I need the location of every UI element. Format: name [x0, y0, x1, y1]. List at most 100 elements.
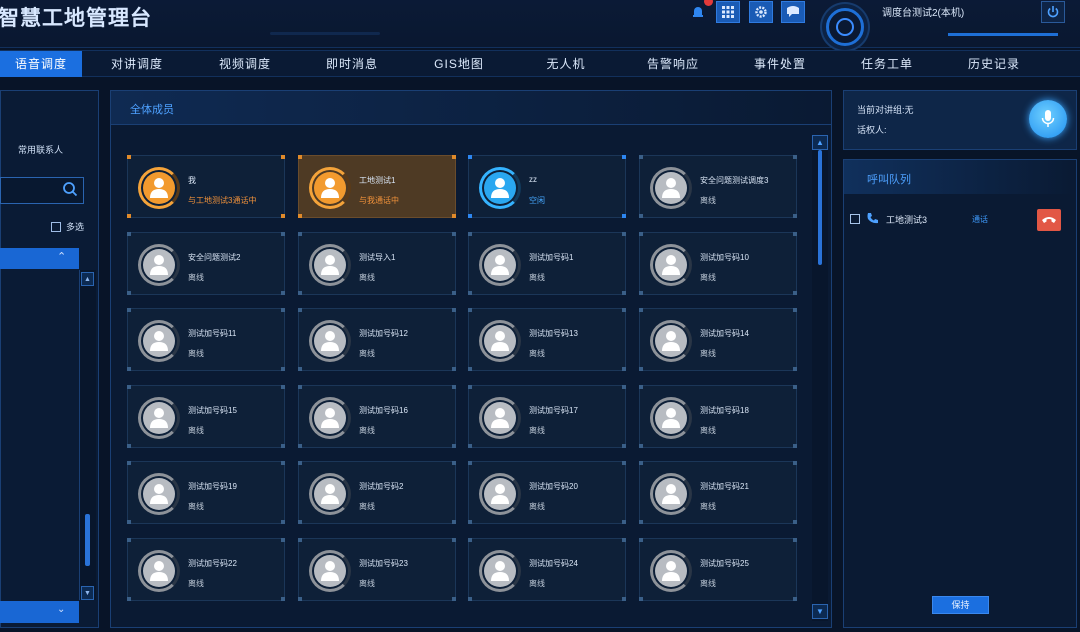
- tab-intercom-dispatch[interactable]: 对讲调度: [82, 51, 192, 77]
- tab-drone[interactable]: 无人机: [512, 51, 620, 77]
- member-name: 测试导入1: [359, 253, 396, 262]
- user-icon: [662, 255, 680, 275]
- avatar: [138, 397, 180, 439]
- tab-voice-dispatch[interactable]: 语音调度: [0, 51, 82, 77]
- user-icon: [491, 178, 509, 198]
- contacts-label: 常用联系人: [18, 145, 64, 155]
- member-name: 测试加号码15: [188, 406, 237, 415]
- scroll-up-icon[interactable]: ▲: [81, 272, 94, 286]
- user-icon: [150, 408, 168, 428]
- tab-alarm-response[interactable]: 告警响应: [620, 51, 726, 77]
- avatar: [138, 167, 180, 209]
- logout-button[interactable]: [1041, 1, 1065, 23]
- member-name: 测试加号码23: [359, 559, 408, 568]
- push-to-talk-button[interactable]: [1029, 100, 1067, 138]
- avatar: [138, 473, 180, 515]
- member-card[interactable]: 测试导入1 离线: [298, 232, 456, 295]
- hangup-button[interactable]: [1037, 209, 1061, 231]
- user-icon: [491, 484, 509, 504]
- message-button[interactable]: [781, 1, 805, 23]
- member-card[interactable]: 测试加号码17 离线: [468, 385, 626, 448]
- members-scroll-thumb[interactable]: [818, 150, 822, 265]
- member-card[interactable]: 测试加号码23 离线: [298, 538, 456, 601]
- member-card[interactable]: 测试加号码1 离线: [468, 232, 626, 295]
- member-card[interactable]: zz 空闲: [468, 155, 626, 218]
- tab-incident-handling[interactable]: 事件处置: [726, 51, 834, 77]
- member-card[interactable]: 我与工地测试3通话中: [127, 155, 285, 218]
- member-name: 安全问题测试2: [188, 253, 241, 262]
- queue-item-checkbox[interactable]: [850, 214, 860, 224]
- avatar: [650, 244, 692, 286]
- settings-button[interactable]: [749, 1, 773, 23]
- member-name: 测试加号码20: [529, 482, 578, 491]
- avatar: [650, 167, 692, 209]
- tab-instant-message[interactable]: 即时消息: [298, 51, 406, 77]
- user-icon: [150, 255, 168, 275]
- member-card[interactable]: 测试加号码16 离线: [298, 385, 456, 448]
- member-name: 测试加号码10: [700, 253, 749, 262]
- chevron-down-icon[interactable]: ⌄: [57, 604, 65, 615]
- member-name: 测试加号码1: [529, 253, 574, 262]
- avatar: [650, 397, 692, 439]
- user-icon: [321, 408, 339, 428]
- member-status: 离线: [700, 579, 716, 588]
- member-name: 工地测试1: [359, 176, 396, 185]
- member-card[interactable]: 工地测试1 与我通话中: [298, 155, 456, 218]
- multi-select-label: 多选: [66, 222, 85, 232]
- scroll-up-icon[interactable]: ▲: [812, 135, 828, 150]
- tab-work-orders[interactable]: 任务工单: [834, 51, 940, 77]
- member-card[interactable]: 测试加号码24 离线: [468, 538, 626, 601]
- hold-button[interactable]: 保持: [932, 596, 989, 614]
- member-card[interactable]: 测试加号码12 离线: [298, 308, 456, 371]
- member-card[interactable]: 测试加号码20 离线: [468, 461, 626, 524]
- current-user-label: 调度台测试2(本机): [882, 8, 965, 19]
- member-card[interactable]: 测试加号码18 离线: [639, 385, 797, 448]
- user-icon: [150, 331, 168, 351]
- member-name: 安全问题测试调度3: [700, 176, 769, 185]
- title-decoration: [270, 32, 380, 35]
- member-card[interactable]: 安全问题测试2 离线: [127, 232, 285, 295]
- member-card[interactable]: 测试加号码11 离线: [127, 308, 285, 371]
- contacts-scroll-thumb[interactable]: [85, 514, 90, 566]
- member-name: 测试加号码21: [700, 482, 749, 491]
- multi-select-checkbox[interactable]: [51, 222, 61, 232]
- member-card[interactable]: 测试加号码22 离线: [127, 538, 285, 601]
- scroll-down-icon[interactable]: ▼: [81, 586, 94, 600]
- main-nav: 语音调度 对讲调度 视频调度 即时消息 GIS地图 无人机 告警响应 事件处置 …: [0, 50, 1080, 77]
- member-card[interactable]: 测试加号码21 离线: [639, 461, 797, 524]
- chevron-up-icon[interactable]: ⌃: [57, 250, 66, 263]
- alarm-button[interactable]: [686, 0, 713, 23]
- member-card[interactable]: 测试加号码19 离线: [127, 461, 285, 524]
- user-icon: [321, 178, 339, 198]
- scroll-down-icon[interactable]: ▼: [812, 604, 828, 619]
- user-icon: [150, 178, 168, 198]
- user-icon: [662, 561, 680, 581]
- member-status: 离线: [700, 502, 716, 511]
- member-status: 离线: [359, 273, 375, 282]
- member-name: 测试加号码17: [529, 406, 578, 415]
- member-card[interactable]: 测试加号码25 离线: [639, 538, 797, 601]
- member-card[interactable]: 测试加号码13 离线: [468, 308, 626, 371]
- call-queue-title: 呼叫队列: [867, 174, 911, 186]
- avatar: [309, 167, 351, 209]
- member-status: 与工地测试3通话中: [188, 196, 257, 205]
- avatar: [479, 397, 521, 439]
- speaker-label: 话权人:: [857, 125, 887, 135]
- tab-gis-map[interactable]: GIS地图: [406, 51, 512, 77]
- member-card[interactable]: 安全问题测试调度3 离线: [639, 155, 797, 218]
- member-card[interactable]: 测试加号码10 离线: [639, 232, 797, 295]
- member-card[interactable]: 测试加号码2 离线: [298, 461, 456, 524]
- user-icon: [321, 331, 339, 351]
- tab-video-dispatch[interactable]: 视频调度: [192, 51, 298, 77]
- avatar: [479, 550, 521, 592]
- user-icon: [150, 561, 168, 581]
- contact-group-header[interactable]: [0, 248, 79, 269]
- member-card[interactable]: 测试加号码14 离线: [639, 308, 797, 371]
- tab-history[interactable]: 历史记录: [940, 51, 1048, 77]
- member-name: 测试加号码16: [359, 406, 408, 415]
- search-icon[interactable]: [62, 181, 78, 197]
- grid-button[interactable]: [716, 1, 740, 23]
- contact-group-footer[interactable]: [0, 601, 79, 623]
- member-status: 离线: [188, 502, 204, 511]
- member-card[interactable]: 测试加号码15 离线: [127, 385, 285, 448]
